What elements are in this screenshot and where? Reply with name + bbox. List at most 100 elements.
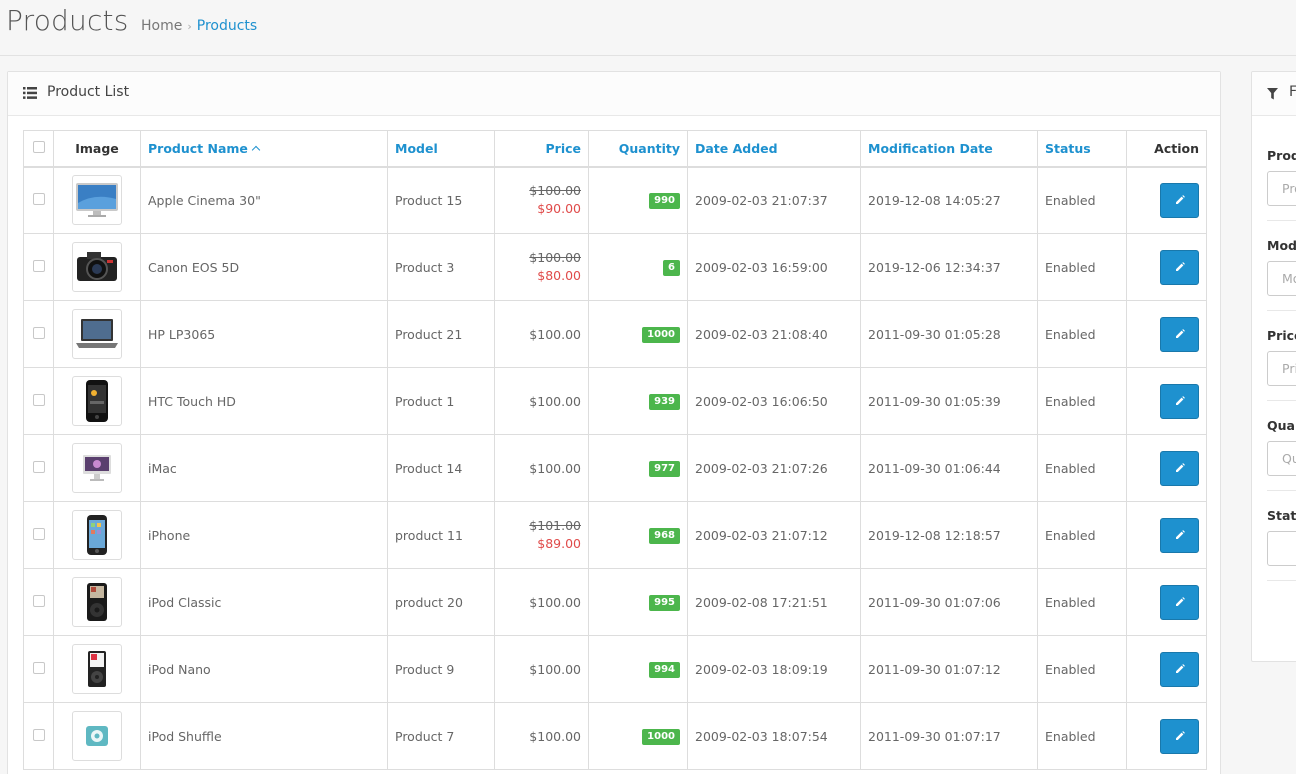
row-checkbox[interactable] (32, 259, 45, 272)
edit-button[interactable] (1160, 584, 1199, 620)
product-model: product 20 (387, 568, 495, 636)
quantity-badge: 990 (649, 193, 680, 210)
edit-button[interactable] (1160, 651, 1199, 687)
filter-input[interactable]: Mo (1267, 261, 1296, 296)
product-thumbnail (72, 376, 122, 426)
product-date-added: 2009-02-03 21:07:12 (687, 501, 861, 569)
product-quantity-cell: 968 (588, 501, 688, 569)
product-quantity-cell: 977 (588, 434, 688, 502)
product-name: HP LP3065 (140, 300, 388, 368)
product-date-modified: 2011-09-30 01:05:39 (860, 367, 1038, 435)
edit-button[interactable] (1160, 316, 1199, 352)
table-header-row: Image Product Name Model Price Quantity … (23, 130, 1207, 168)
row-checkbox[interactable] (32, 192, 45, 205)
product-date-added: 2009-02-03 21:08:40 (687, 300, 861, 368)
column-product-name-label[interactable]: Product Name (148, 141, 248, 156)
product-price: $100.00 (494, 635, 589, 703)
edit-button[interactable] (1160, 718, 1199, 754)
column-quantity[interactable]: Quantity (588, 130, 688, 168)
camera-icon (75, 249, 119, 285)
product-action-cell (1126, 367, 1207, 435)
table-row: HP LP3065 Product 21 $100.00 1000 2009-02-03… (23, 300, 1207, 368)
product-model: Product 14 (387, 434, 495, 502)
product-price: $100.00 (494, 434, 589, 502)
product-action-cell (1126, 635, 1207, 703)
filter-divider (1267, 490, 1296, 491)
table-row: iPod Shuffle Product 7 $100.00 1000 2009-02-… (23, 702, 1207, 770)
page-title: Products (6, 4, 129, 37)
filter-input[interactable]: Pro (1267, 171, 1296, 206)
product-action-cell (1126, 233, 1207, 301)
row-checkbox[interactable] (32, 527, 45, 540)
column-status[interactable]: Status (1037, 130, 1127, 168)
product-status: Enabled (1037, 434, 1127, 502)
filter-group: Mod Mo (1267, 238, 1296, 296)
filter-input[interactable]: Qu (1267, 441, 1296, 476)
pencil-icon (1175, 463, 1185, 472)
product-status: Enabled (1037, 300, 1127, 368)
select-all-checkbox[interactable] (32, 140, 45, 153)
filter-input[interactable] (1267, 531, 1296, 566)
product-date-modified: 2019-12-08 12:18:57 (860, 501, 1038, 569)
column-date-added[interactable]: Date Added (687, 130, 861, 168)
product-name: iPod Shuffle (140, 702, 388, 770)
filter-input[interactable]: Pri (1267, 351, 1296, 386)
filter-divider (1267, 310, 1296, 311)
row-checkbox[interactable] (32, 728, 45, 741)
panel-title: Product List (47, 84, 130, 100)
edit-button[interactable] (1160, 383, 1199, 419)
column-model[interactable]: Model (387, 130, 495, 168)
filter-icon (1267, 88, 1278, 100)
product-action-cell (1126, 300, 1207, 368)
table-row: HTC Touch HD Product 1 $100.00 939 2009-02-0… (23, 367, 1207, 435)
product-action-cell (1126, 702, 1207, 770)
quantity-badge: 968 (649, 528, 680, 544)
row-checkbox[interactable] (32, 661, 45, 674)
price-value: $100.00 (529, 393, 581, 409)
row-select-cell (23, 702, 54, 770)
product-thumbnail (72, 443, 122, 493)
row-select-cell (23, 300, 54, 368)
product-date-modified: 2011-09-30 01:07:17 (860, 702, 1038, 770)
column-modification-date[interactable]: Modification Date (860, 130, 1038, 168)
column-image: Image (53, 130, 141, 168)
price-value: $100.00 (529, 728, 581, 744)
row-checkbox[interactable] (32, 594, 45, 607)
table-row: iPod Nano Product 9 $100.00 994 2009-02-03 1… (23, 635, 1207, 703)
row-select-cell (23, 367, 54, 435)
edit-button[interactable] (1160, 182, 1199, 218)
product-date-added: 2009-02-03 18:07:54 (687, 702, 861, 770)
product-name: HTC Touch HD (140, 367, 388, 435)
breadcrumb-separator: › (187, 20, 192, 33)
product-quantity-cell: 939 (588, 367, 688, 435)
product-quantity-cell: 1000 (588, 702, 688, 770)
product-price: $100.00 $90.00 (494, 166, 589, 234)
product-model: Product 15 (387, 166, 495, 234)
breadcrumb-home[interactable]: Home (141, 18, 182, 34)
product-status: Enabled (1037, 501, 1127, 569)
edit-button[interactable] (1160, 517, 1199, 553)
product-date-added: 2009-02-03 21:07:26 (687, 434, 861, 502)
row-checkbox[interactable] (32, 460, 45, 473)
quantity-badge: 939 (649, 394, 680, 410)
column-product-name[interactable]: Product Name (140, 130, 388, 168)
product-status: Enabled (1037, 635, 1127, 703)
row-checkbox[interactable] (32, 393, 45, 406)
filter-label: Mod (1267, 238, 1296, 253)
pencil-icon (1175, 329, 1185, 338)
filter-label: Price (1267, 328, 1296, 343)
edit-button[interactable] (1160, 249, 1199, 285)
filter-title: F (1289, 84, 1296, 100)
list-icon (23, 87, 37, 99)
breadcrumb-products[interactable]: Products (197, 18, 257, 34)
table-row: iMac Product 14 $100.00 977 2009-02-03 21:07… (23, 434, 1207, 502)
product-action-cell (1126, 434, 1207, 502)
row-checkbox[interactable] (32, 326, 45, 339)
price-value: $100.00 (529, 661, 581, 677)
column-price[interactable]: Price (494, 130, 589, 168)
product-thumbnail (72, 577, 122, 627)
filter-panel: F Prod Pro Mod Mo Price Pri Quar Qu Statu (1251, 71, 1296, 662)
edit-button[interactable] (1160, 450, 1199, 486)
select-all-cell (23, 130, 54, 168)
product-date-modified: 2011-09-30 01:07:12 (860, 635, 1038, 703)
